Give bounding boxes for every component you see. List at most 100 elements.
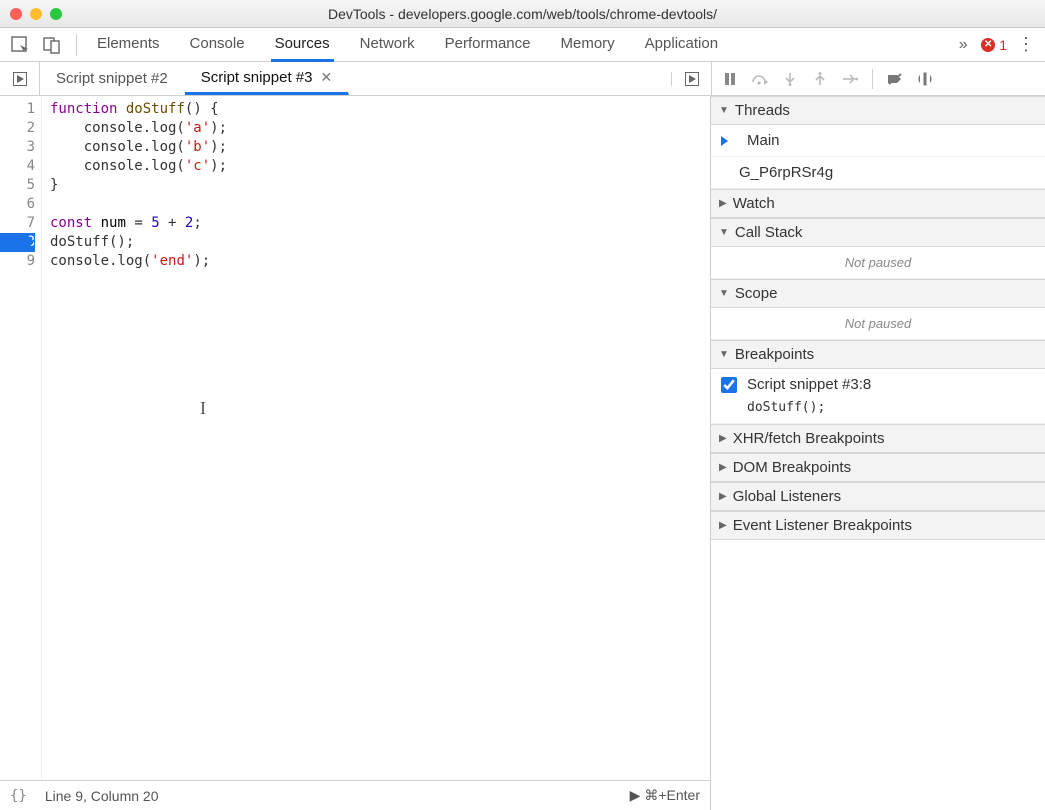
code-line[interactable]: doStuff(); <box>50 233 227 252</box>
code-line[interactable]: function doStuff() { <box>50 100 227 119</box>
overflow-tabs-button[interactable]: » <box>949 31 977 59</box>
step-into-button[interactable] <box>780 69 800 89</box>
debugger-toolbar <box>711 62 1045 96</box>
section-label: Threads <box>735 102 790 119</box>
section-label: Scope <box>735 285 778 302</box>
window-title: DevTools - developers.google.com/web/too… <box>0 6 1045 22</box>
chevron-down-icon: ▼ <box>719 349 729 360</box>
section-label: Event Listener Breakpoints <box>733 517 912 534</box>
tab-sources[interactable]: Sources <box>271 28 334 62</box>
minimize-window-button[interactable] <box>30 8 42 20</box>
separator <box>872 69 873 89</box>
tab-console[interactable]: Console <box>186 28 249 62</box>
panel-tabs: Elements Console Sources Network Performance… <box>93 28 945 62</box>
tab-elements[interactable]: Elements <box>93 28 164 62</box>
line-number[interactable]: 5 <box>0 176 35 195</box>
chevron-right-icon: ▶ <box>719 462 727 473</box>
scope-empty: Not paused <box>711 308 1045 340</box>
code-line[interactable]: console.log('c'); <box>50 157 227 176</box>
debugger-toggle-icon[interactable] <box>671 72 711 86</box>
code-line[interactable] <box>50 195 227 214</box>
tab-memory[interactable]: Memory <box>557 28 619 62</box>
file-tab[interactable]: Script snippet #2 <box>40 62 185 95</box>
step-out-button[interactable] <box>810 69 830 89</box>
event-listener-breakpoints-section-header[interactable]: ▶ Event Listener Breakpoints <box>711 511 1045 540</box>
chevron-down-icon: ▼ <box>719 105 729 116</box>
section-label: Call Stack <box>735 224 803 241</box>
error-count-badge[interactable]: ✕ 1 <box>981 37 1007 53</box>
tab-performance[interactable]: Performance <box>441 28 535 62</box>
step-button[interactable] <box>840 69 860 89</box>
run-snippet-button[interactable]: ▶ ⌘+Enter <box>630 787 700 804</box>
play-icon: ▶ <box>630 787 641 804</box>
chevron-down-icon: ▼ <box>719 288 729 299</box>
pause-button[interactable] <box>720 69 740 89</box>
line-number[interactable]: 4 <box>0 157 35 176</box>
section-label: Global Listeners <box>733 488 841 505</box>
scope-section-header[interactable]: ▼ Scope <box>711 279 1045 308</box>
thread-row[interactable]: G_P6rpRSr4g <box>711 157 1045 189</box>
line-number[interactable]: 2 <box>0 119 35 138</box>
chevron-right-icon: ▶ <box>719 433 727 444</box>
file-tab-label: Script snippet #2 <box>56 70 168 87</box>
file-tab[interactable]: Script snippet #3 ✕ <box>185 62 349 95</box>
tab-application[interactable]: Application <box>641 28 722 62</box>
cursor-position: Line 9, Column 20 <box>45 788 159 804</box>
line-number[interactable]: 7 <box>0 214 35 233</box>
call-stack-section-header[interactable]: ▼ Call Stack <box>711 218 1045 247</box>
text-cursor-icon: I <box>200 398 206 419</box>
threads-section-header[interactable]: ▼ Threads <box>711 96 1045 125</box>
code-editor[interactable]: 123456789 function doStuff() { console.l… <box>0 96 710 780</box>
error-count: 1 <box>999 37 1007 53</box>
breakpoint-code: doStuff(); <box>711 400 1045 424</box>
code-content[interactable]: function doStuff() { console.log('a'); c… <box>42 96 227 780</box>
section-label: XHR/fetch Breakpoints <box>733 430 885 447</box>
settings-menu-icon[interactable]: ⋮ <box>1017 34 1035 55</box>
line-number[interactable]: 9 <box>0 252 35 271</box>
maximize-window-button[interactable] <box>50 8 62 20</box>
thread-row[interactable]: Main <box>711 125 1045 157</box>
chevron-right-icon: ▶ <box>719 520 727 531</box>
chevron-right-icon: ▶ <box>719 491 727 502</box>
tab-network[interactable]: Network <box>356 28 419 62</box>
close-tab-icon[interactable]: ✕ <box>320 69 332 86</box>
run-shortcut-label: ⌘+Enter <box>644 787 700 804</box>
file-tab-label: Script snippet #3 <box>201 69 313 86</box>
section-label: Breakpoints <box>735 346 814 363</box>
editor-statusbar: {} Line 9, Column 20 ▶ ⌘+Enter <box>0 780 710 810</box>
code-line[interactable]: console.log('b'); <box>50 138 227 157</box>
breakpoints-section-header[interactable]: ▼ Breakpoints <box>711 340 1045 369</box>
dom-breakpoints-section-header[interactable]: ▶ DOM Breakpoints <box>711 453 1045 482</box>
deactivate-breakpoints-button[interactable] <box>885 69 905 89</box>
step-over-button[interactable] <box>750 69 770 89</box>
call-stack-empty: Not paused <box>711 247 1045 279</box>
breakpoint-row[interactable]: Script snippet #3:8 <box>711 369 1045 400</box>
file-tabbar: Script snippet #2 Script snippet #3 ✕ <box>0 62 711 96</box>
breakpoint-checkbox[interactable] <box>721 377 737 393</box>
chevron-down-icon: ▼ <box>719 227 729 238</box>
xhr-breakpoints-section-header[interactable]: ▶ XHR/fetch Breakpoints <box>711 424 1045 453</box>
line-number[interactable]: 1 <box>0 100 35 119</box>
device-toolbar-icon[interactable] <box>38 31 66 59</box>
breakpoint-label: Script snippet #3:8 <box>747 376 871 393</box>
line-number[interactable]: 3 <box>0 138 35 157</box>
pause-on-exceptions-button[interactable] <box>915 69 935 89</box>
line-gutter[interactable]: 123456789 <box>0 96 42 780</box>
line-number[interactable]: 6 <box>0 195 35 214</box>
close-window-button[interactable] <box>10 8 22 20</box>
line-number[interactable]: 8 <box>0 233 35 252</box>
section-label: Watch <box>733 195 775 212</box>
code-line[interactable]: } <box>50 176 227 195</box>
error-icon: ✕ <box>981 38 995 52</box>
code-line[interactable]: const num = 5 + 2; <box>50 214 227 233</box>
devtools-toolbar: Elements Console Sources Network Performance… <box>0 28 1045 62</box>
inspect-element-icon[interactable] <box>6 31 34 59</box>
format-braces-icon[interactable]: {} <box>10 788 27 804</box>
watch-section-header[interactable]: ▶ Watch <box>711 189 1045 218</box>
window-controls <box>10 8 62 20</box>
code-line[interactable]: console.log('end'); <box>50 252 227 271</box>
code-line[interactable]: console.log('a'); <box>50 119 227 138</box>
global-listeners-section-header[interactable]: ▶ Global Listeners <box>711 482 1045 511</box>
separator <box>76 34 77 56</box>
navigator-toggle-icon[interactable] <box>0 62 40 95</box>
